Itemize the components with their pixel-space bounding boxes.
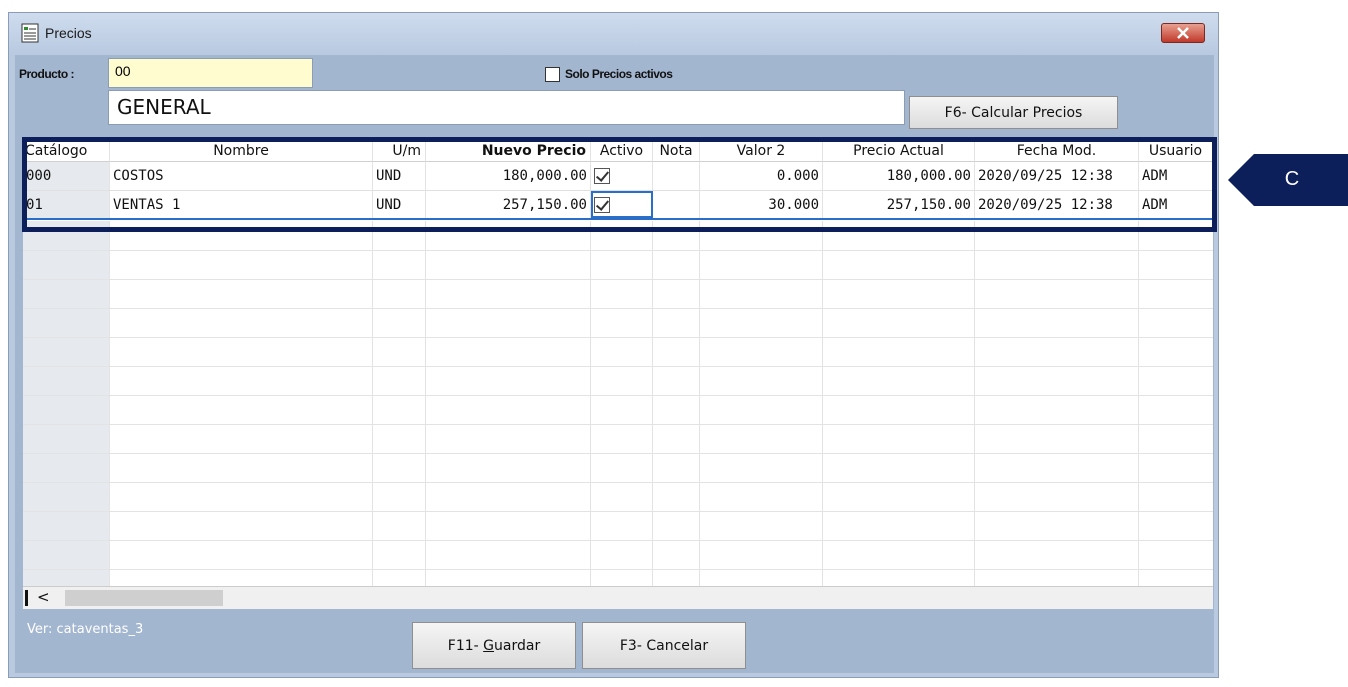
cell-usuario[interactable]: ADM bbox=[1139, 162, 1213, 190]
cell-fecha-mod[interactable]: 2020/09/25 12:38 bbox=[975, 191, 1139, 218]
activo-checkbox[interactable] bbox=[594, 168, 610, 184]
callout-label: C bbox=[1284, 168, 1300, 190]
window-title: Precios bbox=[45, 25, 92, 41]
product-label: Producto : bbox=[19, 67, 75, 81]
header-activo[interactable]: Activo bbox=[591, 140, 653, 162]
title-bar[interactable]: Precios bbox=[9, 13, 1218, 55]
cell-activo[interactable] bbox=[591, 162, 653, 190]
cell-activo[interactable] bbox=[591, 191, 653, 218]
save-button[interactable]: F11- Guardar bbox=[412, 622, 576, 669]
cell-nota[interactable] bbox=[653, 191, 700, 218]
activo-checkbox[interactable] bbox=[594, 196, 610, 213]
header-nota[interactable]: Nota bbox=[653, 140, 700, 162]
cell-valor2[interactable]: 30.000 bbox=[700, 191, 823, 218]
header-valor2[interactable]: Valor 2 bbox=[700, 140, 823, 162]
only-active-label: Solo Precios activos bbox=[565, 67, 673, 81]
cell-nota[interactable] bbox=[653, 162, 700, 190]
close-button[interactable] bbox=[1161, 23, 1205, 43]
header-nuevo-precio[interactable]: Nuevo Precio bbox=[426, 140, 591, 162]
cell-nombre[interactable]: VENTAS 1 bbox=[110, 191, 373, 218]
header-catalogo[interactable]: Catálogo bbox=[23, 140, 110, 162]
header-precio-actual[interactable]: Precio Actual bbox=[823, 140, 975, 162]
save-button-label: F11- Guardar bbox=[447, 637, 541, 654]
client-area: Producto : 00 Solo Precios activos GENER… bbox=[15, 55, 1214, 673]
cell-nombre[interactable]: COSTOS bbox=[110, 162, 373, 190]
scroll-thumb[interactable] bbox=[65, 590, 223, 606]
version-label: Ver: cataventas_3 bbox=[27, 622, 144, 637]
cell-um[interactable]: UND bbox=[373, 162, 426, 190]
cell-nuevo-precio[interactable]: 257,150.00 bbox=[426, 191, 591, 218]
table-row[interactable]: 000 COSTOS UND 180,000.00 0.000 180,000.… bbox=[23, 162, 1213, 191]
cell-valor2[interactable]: 0.000 bbox=[700, 162, 823, 190]
close-icon bbox=[1177, 27, 1189, 39]
cell-catalogo[interactable]: 000 bbox=[23, 162, 110, 190]
header-nombre[interactable]: Nombre bbox=[110, 140, 373, 162]
cell-um[interactable]: UND bbox=[373, 191, 426, 218]
grid-rows: 000 COSTOS UND 180,000.00 0.000 180,000.… bbox=[23, 162, 1213, 220]
grid-header: Catálogo Nombre U/m Nuevo Precio Activo … bbox=[23, 140, 1213, 162]
header-usuario[interactable]: Usuario bbox=[1139, 140, 1213, 162]
calculate-prices-button[interactable]: F6- Calcular Precios bbox=[909, 96, 1118, 129]
cell-usuario[interactable]: ADM bbox=[1139, 191, 1213, 218]
prices-grid: Catálogo Nombre U/m Nuevo Precio Activo … bbox=[23, 140, 1213, 602]
cell-catalogo[interactable]: 01 bbox=[23, 191, 110, 218]
header-fecha-mod[interactable]: Fecha Mod. bbox=[975, 140, 1139, 162]
product-code-input[interactable]: 00 bbox=[108, 58, 313, 88]
cell-nuevo-precio[interactable]: 180,000.00 bbox=[426, 162, 591, 190]
cell-precio-actual[interactable]: 257,150.00 bbox=[823, 191, 975, 218]
precios-window: Precios Producto : 00 Solo Precios activ… bbox=[8, 12, 1219, 678]
product-name-field: GENERAL bbox=[108, 90, 905, 125]
horizontal-scrollbar[interactable]: < bbox=[23, 586, 1213, 609]
document-icon bbox=[21, 23, 39, 43]
header-um[interactable]: U/m bbox=[373, 140, 426, 162]
cancel-button[interactable]: F3- Cancelar bbox=[582, 622, 746, 669]
scroll-left-arrow-icon[interactable]: < bbox=[37, 588, 50, 606]
cell-precio-actual[interactable]: 180,000.00 bbox=[823, 162, 975, 190]
cell-fecha-mod[interactable]: 2020/09/25 12:38 bbox=[975, 162, 1139, 190]
scroll-start-marker bbox=[25, 590, 28, 606]
only-active-checkbox[interactable] bbox=[545, 67, 560, 82]
table-row[interactable]: 01 VENTAS 1 UND 257,150.00 30.000 257,15… bbox=[23, 191, 1213, 220]
